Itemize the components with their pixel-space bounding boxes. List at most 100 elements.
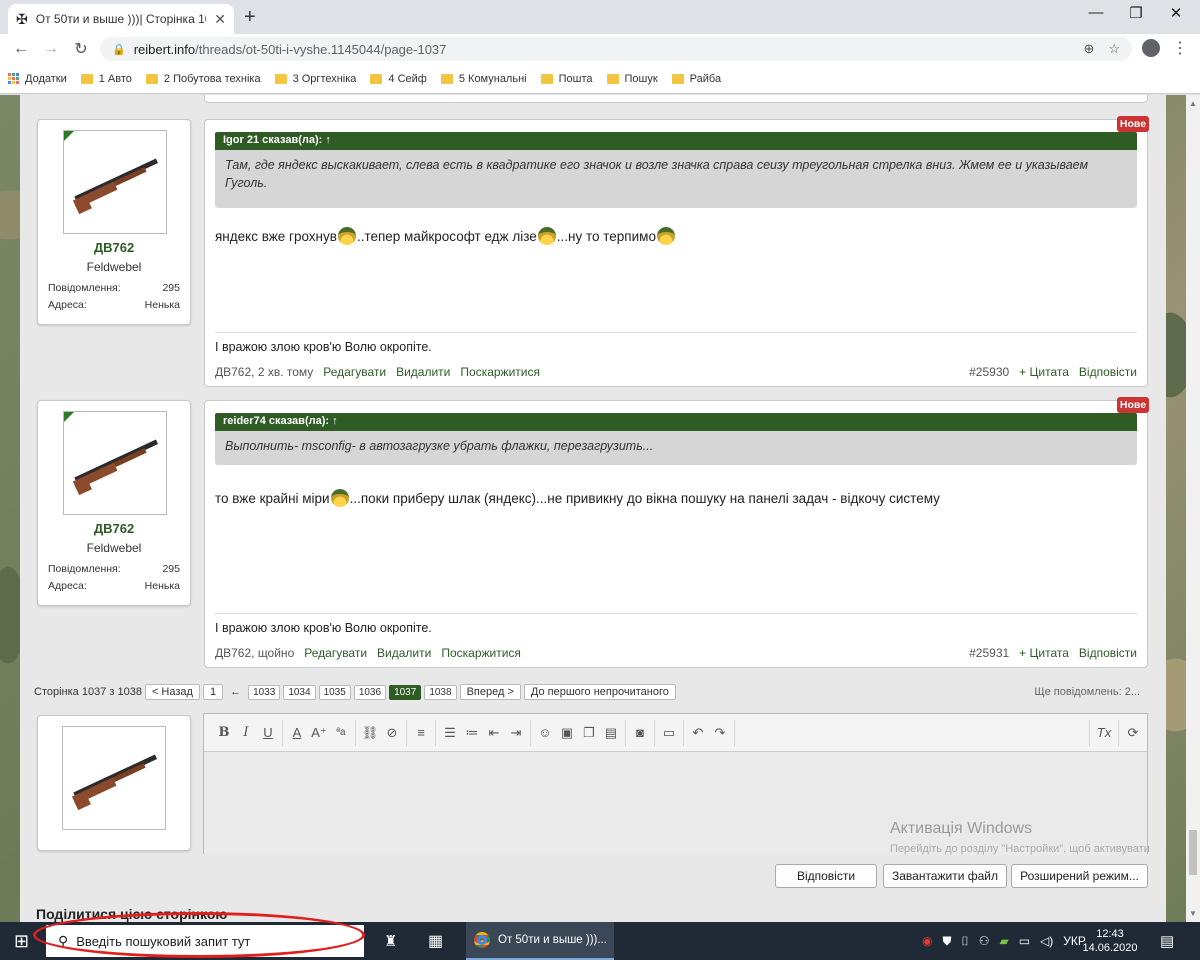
bookmark-folder[interactable]: 5 Комунальні bbox=[440, 73, 527, 85]
page-link[interactable]: 1033 bbox=[248, 684, 281, 700]
outdent-icon[interactable]: ⇤ bbox=[484, 725, 504, 741]
clear-format-icon[interactable]: Tx bbox=[1094, 725, 1114, 740]
toggle-source-icon[interactable]: ⟳ bbox=[1123, 725, 1143, 741]
zoom-icon[interactable]: ⊕ bbox=[1083, 41, 1094, 57]
font-family-icon[interactable]: ªa bbox=[331, 727, 351, 738]
upload-file-button[interactable]: Завантажити файл bbox=[883, 864, 1007, 888]
indent-icon[interactable]: ⇥ bbox=[506, 725, 526, 741]
align-icon[interactable]: ≡ bbox=[411, 725, 431, 740]
delete-link[interactable]: Видалити bbox=[377, 646, 431, 660]
page-scrollbar[interactable]: ▲ ▼ bbox=[1186, 95, 1200, 922]
image-icon[interactable]: ▣ bbox=[557, 725, 577, 741]
bookmark-star-icon[interactable]: ☆ bbox=[1108, 41, 1120, 57]
bullet-list-icon[interactable]: ☰ bbox=[440, 725, 460, 741]
scroll-up-icon[interactable]: ▲ bbox=[1189, 99, 1197, 108]
delete-link[interactable]: Видалити bbox=[396, 365, 450, 379]
camera-icon[interactable]: ◙ bbox=[630, 725, 650, 740]
game-app-icon[interactable]: ♜ bbox=[384, 922, 397, 960]
clock[interactable]: 12:43 14.06.2020 bbox=[1082, 922, 1137, 960]
post-meta[interactable]: ДВ762, щойно bbox=[215, 646, 294, 660]
advanced-mode-button[interactable]: Розширений режим... bbox=[1011, 864, 1148, 888]
unlink-icon[interactable]: ⊘ bbox=[382, 725, 402, 741]
antivirus-icon[interactable]: ◉ bbox=[922, 934, 932, 948]
text-color-icon[interactable]: A bbox=[287, 725, 307, 740]
forward-icon[interactable]: → bbox=[36, 40, 66, 58]
page-link[interactable]: 1 bbox=[202, 684, 224, 700]
profile-avatar-icon[interactable] bbox=[1142, 39, 1160, 57]
page-link[interactable]: 1035 bbox=[318, 684, 351, 700]
bold-icon[interactable]: B bbox=[214, 725, 234, 740]
reply-textarea[interactable] bbox=[204, 752, 1147, 855]
post-number[interactable]: #25931 bbox=[969, 646, 1009, 660]
avatar[interactable] bbox=[63, 130, 167, 234]
edit-link[interactable]: Редагувати bbox=[304, 646, 367, 660]
signature-divider bbox=[215, 613, 1137, 614]
people-icon[interactable]: ⚇ bbox=[979, 934, 990, 948]
scrollbar-thumb[interactable] bbox=[1189, 830, 1197, 875]
nvidia-icon[interactable]: ▰ bbox=[999, 934, 1008, 948]
shield-icon[interactable]: ⛊ bbox=[942, 934, 951, 949]
prev-page-button[interactable]: < Назад bbox=[144, 684, 200, 700]
quote-author[interactable]: Igor 21 сказав(ла): ↑ bbox=[215, 132, 1137, 150]
bookmark-folder[interactable]: 3 Оргтехніка bbox=[274, 73, 356, 85]
scroll-down-icon[interactable]: ▼ bbox=[1189, 909, 1197, 918]
quote-link[interactable]: + Цитата bbox=[1019, 646, 1069, 660]
report-link[interactable]: Поскаржитися bbox=[441, 646, 521, 660]
page-link[interactable]: 1036 bbox=[353, 684, 387, 700]
bookmark-folder[interactable]: 1 Авто bbox=[80, 73, 132, 85]
more-messages[interactable]: Ще повідомлень: 2... bbox=[1034, 686, 1140, 698]
bookmark-folder[interactable]: Пошта bbox=[540, 73, 593, 85]
username-link[interactable]: ДВ762 bbox=[38, 521, 190, 536]
browser-tab[interactable]: ✠ От 50ти и выше )))| Сторінка 103 ✕ bbox=[8, 4, 234, 34]
post-number[interactable]: #25930 bbox=[969, 365, 1009, 379]
quote-link[interactable]: + Цитата bbox=[1019, 365, 1069, 379]
maximize-button[interactable]: ❐ bbox=[1116, 4, 1156, 28]
bookmark-apps[interactable]: Додатки bbox=[8, 73, 67, 85]
avatar[interactable] bbox=[63, 411, 167, 515]
first-unread-button[interactable]: До першого непрочитаного bbox=[523, 684, 676, 700]
post-meta[interactable]: ДВ762, 2 хв. тому bbox=[215, 365, 313, 379]
font-size-icon[interactable]: A⁺ bbox=[309, 725, 329, 741]
stat-value: 295 bbox=[162, 563, 180, 575]
bookmark-folder[interactable]: 2 Побутова техніка bbox=[145, 73, 261, 85]
redo-icon[interactable]: ↷ bbox=[710, 725, 730, 741]
page-link[interactable]: 1034 bbox=[283, 684, 316, 700]
menu-kebab-icon[interactable]: ⋮ bbox=[1172, 38, 1188, 58]
page-link[interactable]: 1038 bbox=[424, 684, 457, 700]
bookmark-folder[interactable]: 4 Сейф bbox=[370, 73, 427, 85]
close-window-button[interactable]: ✕ bbox=[1156, 4, 1196, 28]
stat-value: 295 bbox=[162, 282, 180, 294]
bookmark-folder[interactable]: Пошук bbox=[606, 73, 658, 85]
network-icon[interactable]: ▭ bbox=[1019, 934, 1030, 948]
bookmark-folder[interactable]: Райба bbox=[671, 73, 721, 85]
edit-link[interactable]: Редагувати bbox=[323, 365, 386, 379]
report-link[interactable]: Поскаржитися bbox=[460, 365, 540, 379]
volume-icon[interactable]: ◁) bbox=[1040, 934, 1053, 948]
back-icon[interactable]: ← bbox=[6, 40, 36, 58]
link-icon[interactable]: ⛓ bbox=[360, 725, 380, 741]
minimize-button[interactable]: — bbox=[1076, 4, 1116, 28]
usb-icon[interactable]: ⌷ bbox=[962, 934, 969, 949]
smiley-icon[interactable]: ☺ bbox=[535, 725, 555, 740]
new-tab-button[interactable]: + bbox=[244, 6, 256, 29]
taskbar-chrome-app[interactable]: От 50ти и выше )))... bbox=[466, 922, 614, 960]
undo-icon[interactable]: ↶ bbox=[688, 725, 708, 741]
underline-icon[interactable]: U bbox=[258, 725, 278, 740]
reply-button[interactable]: Відповісти bbox=[775, 864, 877, 888]
italic-icon[interactable]: I bbox=[236, 725, 256, 740]
next-page-button[interactable]: Вперед > bbox=[459, 684, 521, 700]
calculator-icon[interactable]: ▦ bbox=[428, 922, 443, 960]
quote-author[interactable]: reider74 сказав(ла): ↑ bbox=[215, 413, 1137, 431]
close-tab-icon[interactable]: ✕ bbox=[214, 11, 226, 28]
username-link[interactable]: ДВ762 bbox=[38, 240, 190, 255]
reply-link[interactable]: Відповісти bbox=[1079, 365, 1137, 379]
url-bar[interactable]: 🔒 reibert.info/threads/ot-50ti-i-vyshe.1… bbox=[100, 37, 1132, 61]
notifications-icon[interactable]: ▤ bbox=[1160, 922, 1174, 960]
quote-block-icon[interactable]: ▤ bbox=[601, 725, 621, 741]
save-draft-icon[interactable]: ▭ bbox=[659, 725, 679, 741]
media-icon[interactable]: ❐ bbox=[579, 725, 599, 741]
reply-link[interactable]: Відповісти bbox=[1079, 646, 1137, 660]
reload-icon[interactable]: ↻ bbox=[66, 39, 96, 59]
windows-start-icon[interactable]: ⊞ bbox=[14, 922, 29, 960]
numbered-list-icon[interactable]: ≔ bbox=[462, 725, 482, 741]
